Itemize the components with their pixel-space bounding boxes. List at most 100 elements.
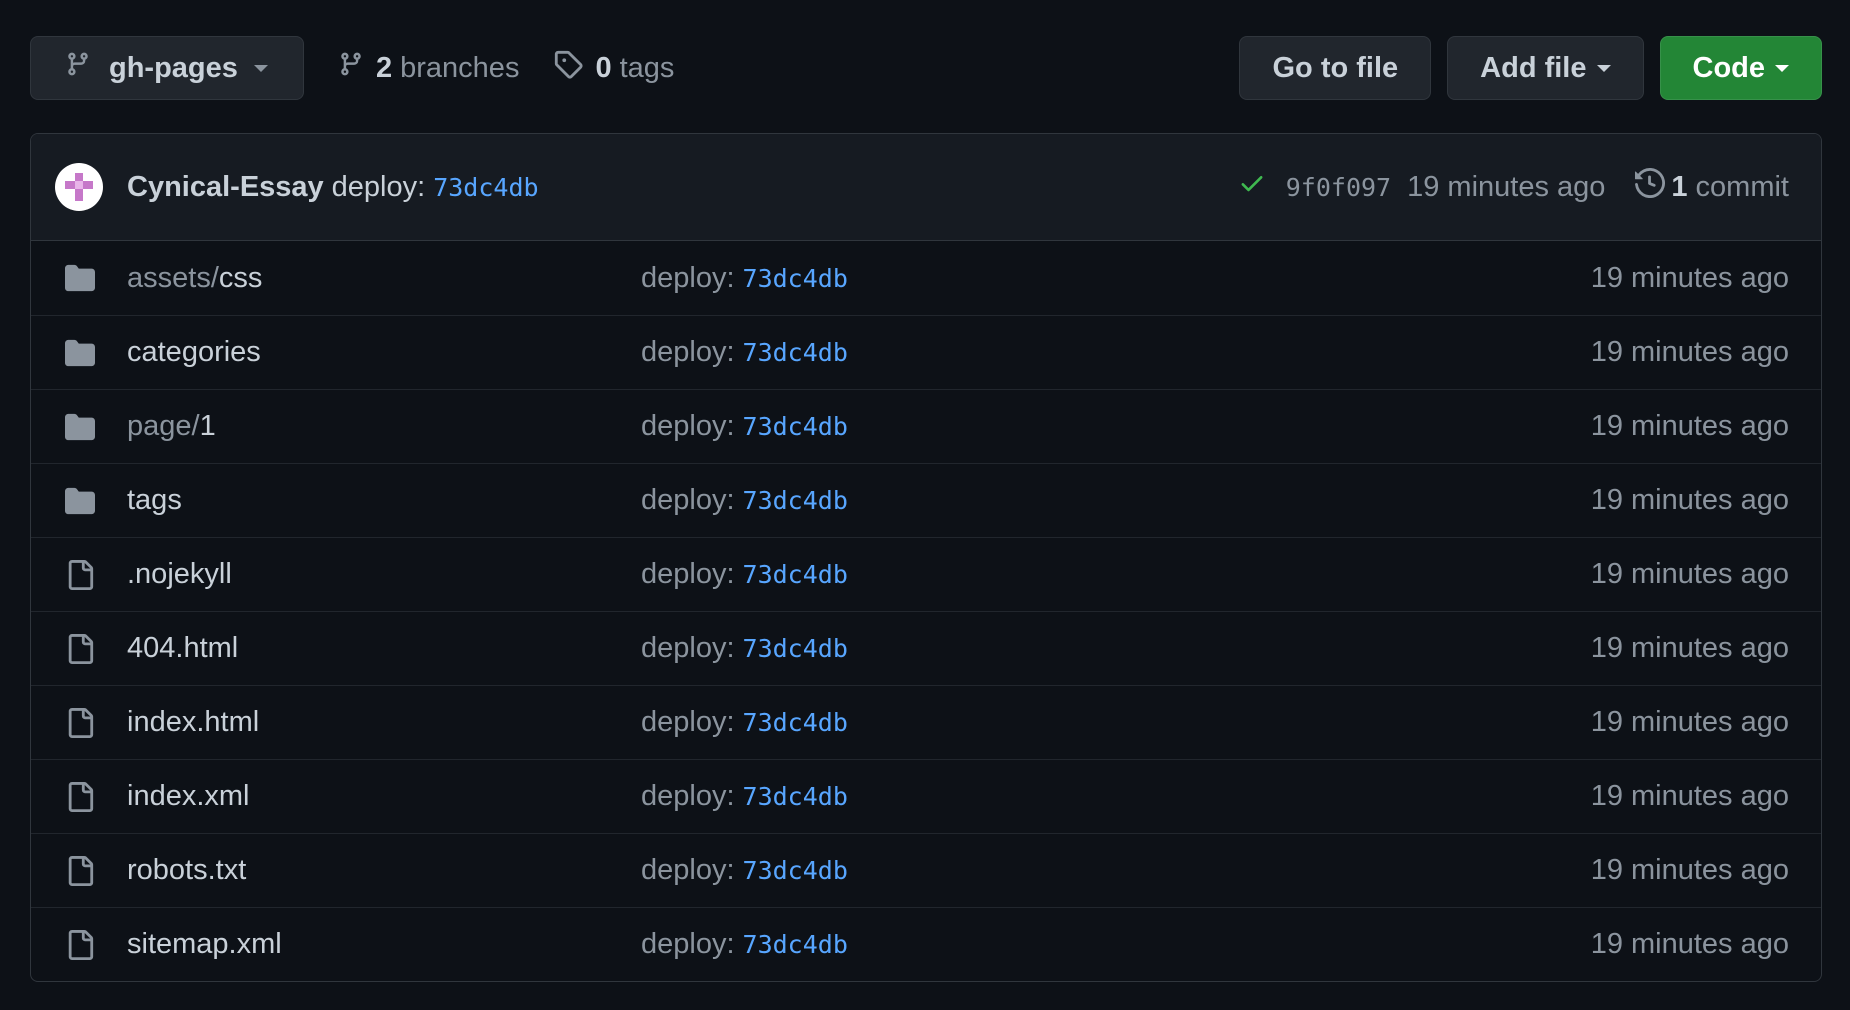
add-file-label: Add file [1480, 51, 1587, 84]
file-row[interactable]: index.xml deploy: 73dc4db 19 minutes ago [31, 759, 1821, 833]
file-commit-label: deploy: [641, 336, 735, 368]
file-name: sitemap.xml [127, 928, 282, 960]
file-commit-sha-link[interactable]: 73dc4db [743, 338, 848, 367]
commit-sha-link[interactable]: 9f0f097 [1286, 173, 1391, 202]
commit-author[interactable]: Cynical-Essay [127, 171, 324, 204]
file-row[interactable]: robots.txt deploy: 73dc4db 19 minutes ago [31, 833, 1821, 907]
check-icon[interactable] [1238, 169, 1266, 205]
branches-count: 2 [376, 51, 393, 84]
file-name-link[interactable]: sitemap.xml [127, 928, 641, 961]
file-commit-sha-link[interactable]: 73dc4db [743, 264, 848, 293]
file-commit-time: 19 minutes ago [1590, 854, 1789, 886]
go-to-file-button[interactable]: Go to file [1239, 36, 1432, 100]
chevron-down-icon [1596, 64, 1611, 72]
file-name: tags [127, 484, 182, 516]
code-button[interactable]: Code [1659, 36, 1822, 100]
file-commit-time: 19 minutes ago [1590, 484, 1789, 516]
branch-name: gh-pages [109, 51, 238, 84]
file-commit-message[interactable]: deploy: 73dc4db [641, 558, 1591, 591]
branch-icon [338, 49, 364, 87]
branch-icon [65, 49, 91, 87]
file-name-link[interactable]: index.html [127, 706, 641, 739]
chevron-down-icon [253, 64, 268, 72]
file-commit-message[interactable]: deploy: 73dc4db [641, 410, 1591, 443]
file-commit-message[interactable]: deploy: 73dc4db [641, 336, 1591, 369]
file-icon [63, 706, 97, 740]
file-name-link[interactable]: categories [127, 336, 641, 369]
tags-link[interactable]: 0 tags [553, 49, 674, 87]
branch-select-button[interactable]: gh-pages [30, 36, 304, 100]
file-commit-message[interactable]: deploy: 73dc4db [641, 706, 1591, 739]
file-name: index.xml [127, 780, 250, 812]
file-commit-sha-link[interactable]: 73dc4db [743, 560, 848, 589]
file-commit-time: 19 minutes ago [1590, 261, 1789, 294]
file-row[interactable]: tags deploy: 73dc4db 19 minutes ago [31, 463, 1821, 537]
file-path-prefix: page/ [127, 410, 200, 442]
file-name-link[interactable]: .nojekyll [127, 558, 641, 591]
file-name-link[interactable]: tags [127, 484, 641, 517]
file-name: index.html [127, 706, 260, 738]
file-commit-message[interactable]: deploy: 73dc4db [641, 928, 1591, 961]
add-file-button[interactable]: Add file [1447, 36, 1644, 100]
file-row[interactable]: .nojekyll deploy: 73dc4db 19 minutes ago [31, 537, 1821, 611]
file-commit-label: deploy: [641, 261, 735, 294]
file-commit-label: deploy: [641, 854, 735, 886]
chevron-down-icon [1775, 64, 1789, 72]
commit-history-link[interactable]: 1 commit [1635, 167, 1789, 206]
file-commit-time: 19 minutes ago [1590, 780, 1789, 812]
avatar[interactable] [55, 163, 103, 211]
file-commit-time: 19 minutes ago [1590, 336, 1789, 368]
file-name-link[interactable]: 404.html [127, 632, 641, 665]
commit-message-sha-link[interactable]: 73dc4db [433, 173, 538, 202]
file-icon [63, 632, 97, 666]
tags-label: tags [619, 51, 675, 84]
file-name-link[interactable]: page/1 [127, 410, 641, 443]
file-icon [63, 854, 97, 888]
file-commit-sha-link[interactable]: 73dc4db [743, 930, 848, 959]
file-commit-sha-link[interactable]: 73dc4db [743, 634, 848, 663]
file-icon [63, 928, 97, 962]
file-commit-time: 19 minutes ago [1590, 706, 1789, 738]
repo-toolbar: gh-pages 2 branches 0 tags Go to file Ad… [30, 36, 1822, 100]
file-commit-sha-link[interactable]: 73dc4db [743, 708, 848, 737]
file-row[interactable]: sitemap.xml deploy: 73dc4db 19 minutes ago [31, 907, 1821, 981]
file-name: .nojekyll [127, 558, 232, 590]
file-commit-sha-link[interactable]: 73dc4db [743, 856, 848, 885]
file-name: robots.txt [127, 854, 247, 886]
file-commit-message[interactable]: deploy: 73dc4db [641, 854, 1591, 887]
file-row[interactable]: categories deploy: 73dc4db 19 minutes ago [31, 315, 1821, 389]
file-name: 404.html [127, 632, 239, 664]
file-commit-sha-link[interactable]: 73dc4db [743, 782, 848, 811]
file-commit-message[interactable]: deploy: 73dc4db [641, 262, 1591, 295]
file-commit-time: 19 minutes ago [1590, 928, 1789, 960]
file-name-link[interactable]: robots.txt [127, 854, 641, 887]
file-name-link[interactable]: assets/css [127, 262, 641, 295]
file-name-link[interactable]: index.xml [127, 780, 641, 813]
file-icon [63, 780, 97, 814]
code-label: Code [1692, 51, 1766, 84]
file-row[interactable]: 404.html deploy: 73dc4db 19 minutes ago [31, 611, 1821, 685]
file-commit-label: deploy: [641, 410, 735, 442]
branches-label: branches [400, 51, 520, 84]
commit-time: 19 minutes ago [1407, 170, 1606, 203]
file-name: categories [127, 336, 261, 368]
file-row[interactable]: assets/css deploy: 73dc4db 19 minutes ago [31, 241, 1821, 315]
file-commit-sha-link[interactable]: 73dc4db [743, 412, 848, 441]
file-row[interactable]: page/1 deploy: 73dc4db 19 minutes ago [31, 389, 1821, 463]
file-commit-message[interactable]: deploy: 73dc4db [641, 484, 1591, 517]
tag-icon [553, 49, 584, 87]
go-to-file-label: Go to file [1272, 51, 1399, 84]
file-commit-message[interactable]: deploy: 73dc4db [641, 632, 1591, 665]
file-commit-label: deploy: [641, 632, 735, 664]
folder-icon [63, 263, 97, 293]
file-browser: Cynical-Essay deploy: 73dc4db 9f0f097 19… [30, 133, 1822, 982]
file-commit-sha-link[interactable]: 73dc4db [743, 486, 848, 515]
file-commit-message[interactable]: deploy: 73dc4db [641, 780, 1591, 813]
file-commit-label: deploy: [641, 928, 735, 960]
file-row[interactable]: index.html deploy: 73dc4db 19 minutes ago [31, 685, 1821, 759]
file-path-prefix: assets/ [127, 261, 219, 294]
file-icon [63, 558, 97, 592]
branches-link[interactable]: 2 branches [338, 49, 519, 87]
commit-message[interactable]: deploy: [332, 171, 426, 204]
history-icon [1635, 167, 1666, 206]
